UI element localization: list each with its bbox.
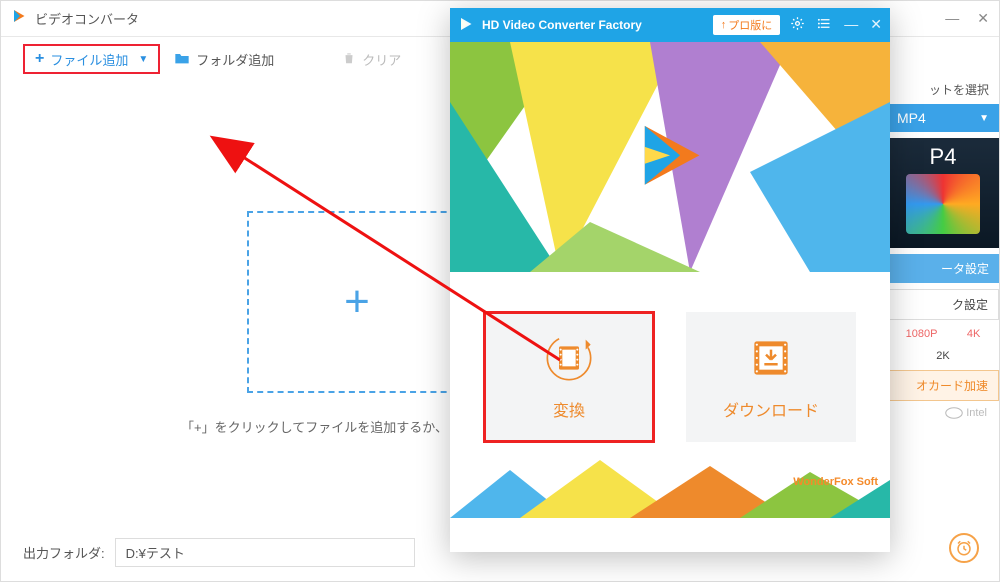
clear-label: クリア: [362, 50, 401, 69]
chevron-down-icon[interactable]: ▼: [138, 54, 148, 65]
download-tile-label: ダウンロード: [723, 397, 819, 421]
launcher-window: HD Video Converter Factory ↑ プロ版に — ✕: [450, 8, 890, 552]
close-button[interactable]: ✕: [977, 10, 989, 27]
footer-banner: WonderFox Soft: [450, 460, 890, 518]
add-folder-button[interactable]: フォルダ追加: [174, 50, 274, 69]
res-1080p[interactable]: 1080P: [906, 328, 938, 340]
hero-banner: [450, 42, 890, 272]
folder-icon: [174, 51, 190, 68]
pro-upgrade-button[interactable]: ↑ プロ版に: [713, 15, 781, 35]
drop-hint-text: 「+」をクリックしてファイルを追加するか、ま: [181, 417, 461, 436]
app-logo-icon: [11, 7, 29, 30]
window-controls: — ✕: [945, 10, 989, 27]
trash-icon: [342, 51, 356, 68]
chevron-down-icon: ▼: [979, 113, 989, 124]
convert-tile-label: 変換: [553, 397, 585, 421]
hero-logo-icon: [628, 113, 712, 197]
app-logo-icon: [458, 15, 476, 36]
minimize-button[interactable]: —: [945, 10, 959, 27]
close-button[interactable]: ✕: [870, 16, 882, 34]
intel-label: Intel: [887, 407, 999, 419]
format-select[interactable]: MP4 ▼: [887, 104, 999, 132]
output-folder-label: 出力フォルダ:: [23, 543, 105, 562]
front-window-title: HD Video Converter Factory: [482, 18, 642, 32]
clear-button[interactable]: クリア: [342, 50, 401, 69]
back-window-title: ビデオコンバータ: [35, 9, 139, 28]
brand-label: WonderFox Soft: [793, 476, 878, 488]
download-icon: [746, 333, 796, 383]
res-4k[interactable]: 4K: [967, 328, 980, 340]
download-tile[interactable]: ダウンロード: [686, 312, 856, 442]
thumbnail-image: [906, 174, 980, 234]
convert-tile[interactable]: 変換: [484, 312, 654, 442]
drop-plus-icon: +: [344, 277, 370, 327]
launcher-tiles: 変換 ダウンロード: [450, 272, 890, 460]
list-icon[interactable]: [817, 16, 832, 34]
output-folder-row: 出力フォルダ: D:¥テスト: [23, 538, 415, 567]
drop-zone[interactable]: +: [247, 211, 467, 393]
scheduler-button[interactable]: [949, 533, 979, 563]
add-folder-label: フォルダ追加: [196, 50, 274, 69]
format-select-label: ットを選択: [887, 81, 999, 98]
convert-icon: [544, 333, 594, 383]
output-folder-field[interactable]: D:¥テスト: [115, 538, 415, 567]
side-panel: ットを選択 MP4 ▼ P4 ータ設定 ク設定 1080P 4K 2K オカード…: [887, 81, 999, 511]
hardware-accel-button[interactable]: オカード加速: [887, 370, 999, 401]
pro-badge-label: プロ版に: [728, 17, 772, 33]
arrow-up-icon: ↑: [721, 19, 727, 31]
resolution-row-1: 1080P 4K: [887, 326, 999, 342]
add-file-button[interactable]: + ファイル追加 ▼: [23, 44, 160, 74]
resolution-row-2: 2K: [887, 348, 999, 364]
gear-icon[interactable]: [790, 16, 805, 34]
res-2k[interactable]: 2K: [936, 350, 949, 362]
add-file-label: ファイル追加: [50, 50, 128, 69]
format-thumb-label: P4: [930, 144, 957, 170]
format-value: MP4: [897, 110, 926, 126]
quick-settings-button[interactable]: ク設定: [887, 289, 999, 320]
front-titlebar: HD Video Converter Factory ↑ プロ版に — ✕: [450, 8, 890, 42]
minimize-button[interactable]: —: [844, 16, 858, 34]
format-thumbnail[interactable]: P4: [887, 138, 999, 248]
intel-text: Intel: [966, 407, 987, 419]
front-window-controls: — ✕: [790, 16, 882, 34]
parameter-settings-button[interactable]: ータ設定: [887, 254, 999, 283]
plus-icon: +: [35, 50, 44, 68]
